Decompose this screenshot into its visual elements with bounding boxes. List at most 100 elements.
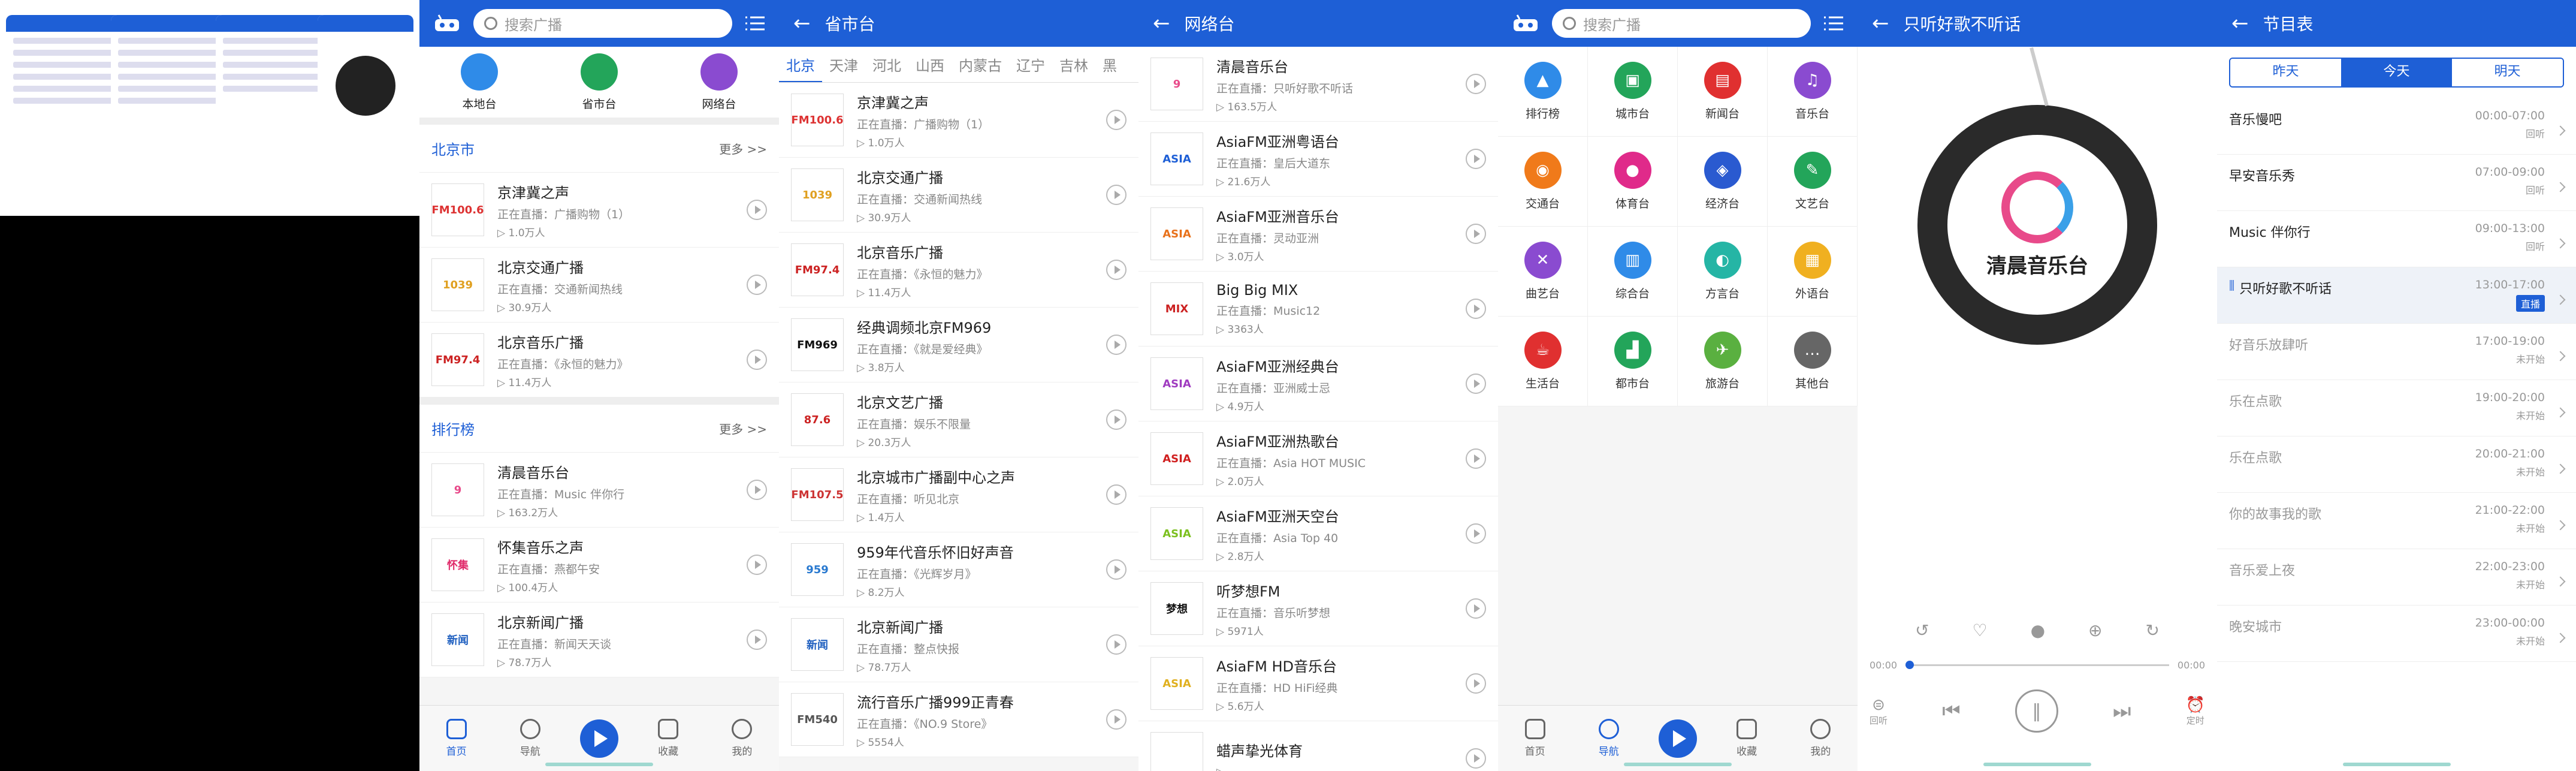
program-row[interactable]: Music 伴你行 09:00-13:00 回听 xyxy=(2217,211,2576,267)
quick-province[interactable]: 省市台 xyxy=(581,53,618,112)
quick-local[interactable]: 本地台 xyxy=(461,53,498,112)
station-row[interactable]: ASIA AsiaFM亚洲粤语台 正在直播：皇后大道东 ▷ 21.6万人 xyxy=(1138,122,1498,197)
tab-favorites[interactable]: 收藏 xyxy=(1723,719,1771,758)
station-row[interactable]: FM969 经典调频北京FM969 正在直播：《就是爱经典》 ▷ 3.8万人 xyxy=(779,308,1138,383)
play-circle-icon[interactable] xyxy=(1106,260,1127,280)
heart-icon[interactable]: ♡ xyxy=(1972,621,1987,640)
category-cell[interactable]: ♫ 音乐台 xyxy=(1768,47,1858,137)
station-row[interactable]: ASIA AsiaFM亚洲经典台 正在直播：亚洲威士忌 ▷ 4.9万人 xyxy=(1138,347,1498,421)
play-button[interactable] xyxy=(579,719,618,758)
program-row[interactable]: 乐在点歌 19:00-20:00 未开始 xyxy=(2217,380,2576,436)
station-row[interactable]: FM100.6 京津冀之声 正在直播：广播购物（1） ▷ 1.0万人 xyxy=(419,173,779,248)
prev-icon[interactable]: ⏮ xyxy=(1942,699,1961,723)
station-row[interactable]: FM540 流行音乐广播999正青春 正在直播：《NO.9 Store》 ▷ 5… xyxy=(779,682,1138,757)
pause-button[interactable]: ‖ xyxy=(2015,689,2058,733)
station-row[interactable]: FM97.4 北京音乐广播 正在直播：《永恒的魅力》 ▷ 11.4万人 xyxy=(419,323,779,397)
play-circle-icon[interactable] xyxy=(1106,335,1127,355)
tab-yesterday[interactable]: 昨天 xyxy=(2230,59,2341,86)
category-cell[interactable]: ✈ 旅游台 xyxy=(1678,317,1768,406)
category-cell[interactable]: ▦ 外语台 xyxy=(1768,227,1858,317)
play-circle-icon[interactable] xyxy=(1466,74,1486,94)
play-circle-icon[interactable] xyxy=(747,630,767,650)
search-input[interactable]: 搜索广播 xyxy=(1552,9,1811,38)
province-tab[interactable]: 北京 xyxy=(779,54,822,82)
replay-button[interactable]: ⊜ 回听 xyxy=(1870,696,1888,727)
list-menu-icon[interactable] xyxy=(745,15,765,32)
back-arrow-icon[interactable]: ← xyxy=(793,11,811,35)
forward-icon[interactable]: ↻ xyxy=(2145,621,2159,640)
station-row[interactable]: 新闻 北京新闻广播 正在直播：整点快报 ▷ 78.7万人 xyxy=(779,607,1138,682)
station-row[interactable]: 9 清晨音乐台 正在直播：Music 伴你行 ▷ 163.2万人 xyxy=(419,453,779,528)
province-tab[interactable]: 辽宁 xyxy=(1009,54,1052,75)
category-cell[interactable]: ◉ 交通台 xyxy=(1498,137,1588,227)
program-row[interactable]: 音乐爱上夜 22:00-23:00 未开始 xyxy=(2217,549,2576,606)
quick-network[interactable]: 网络台 xyxy=(700,53,738,112)
program-row[interactable]: 晚安城市 23:00-00:00 未开始 xyxy=(2217,606,2576,662)
list-menu-icon[interactable] xyxy=(1824,15,1843,32)
next-icon[interactable]: ⏭ xyxy=(2113,699,2131,723)
station-row[interactable]: 梦想 听梦想FM 正在直播：音乐听梦想 ▷ 5971人 xyxy=(1138,571,1498,646)
province-tab[interactable]: 天津 xyxy=(822,54,865,75)
station-row[interactable]: 87.6 北京文艺广播 正在直播：娱乐不限量 ▷ 20.3万人 xyxy=(779,383,1138,457)
station-row[interactable]: ASIA AsiaFM HD音乐台 正在直播：HD HiFi经典 ▷ 5.6万人 xyxy=(1138,646,1498,721)
radio-icon[interactable] xyxy=(434,14,460,32)
program-row[interactable]: 你的故事我的歌 21:00-22:00 未开始 xyxy=(2217,493,2576,549)
tab-mine[interactable]: 我的 xyxy=(718,719,766,758)
play-circle-icon[interactable] xyxy=(1466,448,1486,469)
play-circle-icon[interactable] xyxy=(1466,523,1486,544)
play-circle-icon[interactable] xyxy=(1466,748,1486,769)
timer-button[interactable]: ⏰ 定时 xyxy=(2186,696,2205,727)
province-tab[interactable]: 内蒙古 xyxy=(952,54,1009,75)
tab-nav[interactable]: 导航 xyxy=(1585,719,1633,758)
station-row[interactable]: ASIA AsiaFM亚洲热歌台 正在直播：Asia HOT MUSIC ▷ 2… xyxy=(1138,421,1498,496)
play-circle-icon[interactable] xyxy=(747,555,767,575)
play-circle-icon[interactable] xyxy=(747,350,767,370)
category-cell[interactable]: ▣ 城市台 xyxy=(1588,47,1678,137)
tab-home[interactable]: 首页 xyxy=(433,719,481,758)
category-cell[interactable]: ✎ 文艺台 xyxy=(1768,137,1858,227)
program-row[interactable]: 好音乐放肆听 17:00-19:00 未开始 xyxy=(2217,324,2576,380)
back-arrow-icon[interactable]: ← xyxy=(2231,11,2249,35)
play-circle-icon[interactable] xyxy=(747,275,767,295)
rewind-icon[interactable]: ↺ xyxy=(1915,621,1929,640)
category-cell[interactable]: ● 体育台 xyxy=(1588,137,1678,227)
play-circle-icon[interactable] xyxy=(1106,634,1127,655)
station-row[interactable]: 9 清晨音乐台 正在直播：只听好歌不听话 ▷ 163.5万人 xyxy=(1138,47,1498,122)
category-cell[interactable]: ◐ 方言台 xyxy=(1678,227,1768,317)
play-circle-icon[interactable] xyxy=(1106,409,1127,430)
tab-today[interactable]: 今天 xyxy=(2341,59,2452,86)
play-circle-icon[interactable] xyxy=(1466,673,1486,694)
play-circle-icon[interactable] xyxy=(747,200,767,220)
province-tab[interactable]: 河北 xyxy=(865,54,908,75)
play-circle-icon[interactable] xyxy=(1106,110,1127,130)
search-input[interactable]: 搜索广播 xyxy=(473,9,732,38)
province-tab[interactable]: 黑 xyxy=(1095,54,1124,75)
play-circle-icon[interactable] xyxy=(1466,149,1486,169)
play-circle-icon[interactable] xyxy=(1106,484,1127,505)
more-link[interactable]: 更多 >> xyxy=(719,420,767,437)
category-cell[interactable]: ▲ 排行榜 xyxy=(1498,47,1588,137)
play-circle-icon[interactable] xyxy=(1466,224,1486,244)
play-circle-icon[interactable] xyxy=(1466,299,1486,319)
tab-tomorrow[interactable]: 明天 xyxy=(2452,59,2563,86)
station-row[interactable]: 1039 北京交通广播 正在直播：交通新闻热线 ▷ 30.9万人 xyxy=(779,158,1138,233)
progress-bar[interactable] xyxy=(1905,661,2169,669)
play-circle-icon[interactable] xyxy=(1466,598,1486,619)
program-row[interactable]: 乐在点歌 20:00-21:00 未开始 xyxy=(2217,436,2576,493)
station-row[interactable]: FM107.5 北京城市广播副中心之声 正在直播：听见北京 ▷ 1.4万人 xyxy=(779,457,1138,532)
tab-home[interactable]: 首页 xyxy=(1511,719,1559,758)
program-row[interactable]: 早安音乐秀 07:00-09:00 回听 xyxy=(2217,155,2576,211)
province-tab[interactable]: 山西 xyxy=(908,54,952,75)
add-icon[interactable]: ⊕ xyxy=(2088,621,2102,640)
station-row[interactable]: 新闻 北京新闻广播 正在直播：新闻天天谈 ▷ 78.7万人 xyxy=(419,603,779,677)
play-circle-icon[interactable] xyxy=(747,480,767,500)
tab-nav[interactable]: 导航 xyxy=(506,719,554,758)
mic-icon[interactable]: ● xyxy=(2031,621,2045,640)
station-row[interactable]: ASIA AsiaFM亚洲音乐台 正在直播：灵动亚洲 ▷ 3.0万人 xyxy=(1138,197,1498,272)
station-row[interactable]: 1039 北京交通广播 正在直播：交通新闻热线 ▷ 30.9万人 xyxy=(419,248,779,323)
station-row[interactable]: FM97.4 北京音乐广播 正在直播：《永恒的魅力》 ▷ 11.4万人 xyxy=(779,233,1138,308)
category-cell[interactable]: ▤ 新闻台 xyxy=(1678,47,1768,137)
play-circle-icon[interactable] xyxy=(1106,559,1127,580)
station-row[interactable]: 蜡声挚光体育 ▷ xyxy=(1138,721,1498,771)
back-arrow-icon[interactable]: ← xyxy=(1153,11,1170,35)
